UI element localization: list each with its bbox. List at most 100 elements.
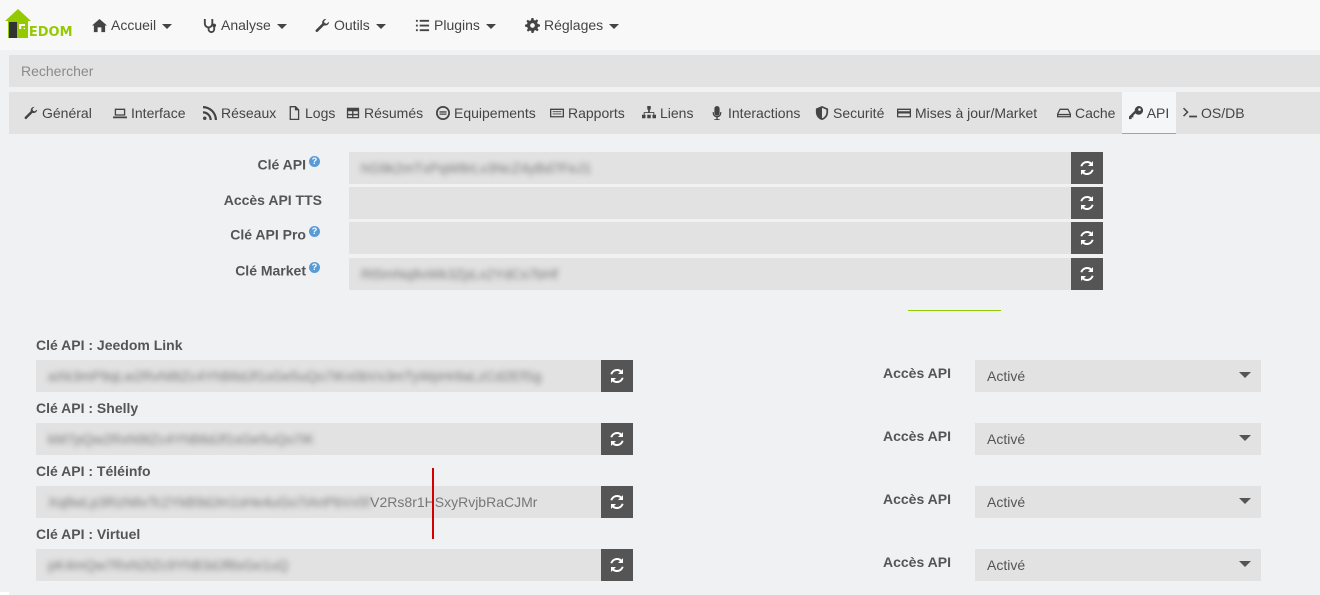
nav-plugins[interactable]: Plugins — [415, 0, 496, 50]
tab-cache[interactable]: Cache — [1057, 92, 1115, 134]
plugin-shelly-access-label: Accès API — [883, 428, 951, 444]
cle-market-refresh-button[interactable] — [1071, 258, 1103, 290]
cle-api-pro-refresh-button[interactable] — [1071, 222, 1103, 254]
chevron-down-icon — [276, 23, 287, 29]
key-icon — [1128, 105, 1143, 119]
tab-label: API — [1146, 104, 1170, 121]
tab-mises-a-jour[interactable]: Mises à jour/Market — [897, 92, 1037, 134]
plugin-virtuel-access-select[interactable]: Activé — [975, 549, 1261, 581]
tab-securite[interactable]: Securité — [815, 92, 884, 134]
plugin-virtuel-key-field[interactable]: pK4mQw7RxN2tZc9YhB3dJf8sGe1uQ — [36, 549, 601, 581]
tab-equipements[interactable]: Equipements — [436, 92, 536, 134]
shield-icon — [815, 106, 829, 120]
chevron-down-icon — [162, 23, 173, 29]
plugin-jeedom-link-key-field[interactable]: aXk3mP9qLw2RvN8tZc4YhB6dJf1sGe5uQo7iKn0b… — [36, 360, 601, 392]
tab-label: Rapports — [568, 105, 625, 121]
plugin-shelly-label: Clé API : Shelly — [36, 400, 139, 416]
question-circle-icon[interactable]: ? — [309, 156, 320, 167]
plugin-jeedom-link-access-label: Accès API — [883, 365, 951, 381]
plugin-jeedom-link-refresh-button[interactable] — [601, 360, 633, 392]
tab-os-db[interactable]: OS/DB — [1183, 92, 1245, 134]
cle-market-field[interactable]: Rt5mNq8vWk3ZpLx2YdCs7bHf — [349, 258, 1071, 290]
refresh-icon — [610, 494, 624, 510]
nav-accueil[interactable]: Accueil — [92, 0, 173, 50]
plugin-key-value: aXk3mP9qLw2RvN8tZc4YhB6dJf1sGe5uQo7iKn0b… — [48, 368, 542, 384]
plugin-teleinfo-key-field[interactable]: Xq8wLp3RzN6vTc2YkB9dJm1sHe4uGo7iAnPbVx5f… — [36, 486, 601, 518]
nav-analyse-label: Analyse — [221, 17, 271, 33]
acces-api-tts-field[interactable] — [349, 187, 1071, 219]
wrench-icon — [24, 106, 38, 120]
select-value: Activé — [987, 557, 1026, 573]
tab-label: Résumés — [364, 105, 424, 121]
refresh-icon — [1080, 230, 1094, 246]
tab-label: Mises à jour/Market — [915, 105, 1038, 121]
laptop-icon — [113, 108, 127, 119]
stethoscope-icon — [203, 18, 217, 33]
tab-label: Interactions — [728, 105, 801, 121]
search-placeholder: Rechercher — [21, 63, 94, 79]
plugin-shelly-access-select[interactable]: Activé — [975, 423, 1261, 455]
plugin-teleinfo-refresh-button[interactable] — [601, 486, 633, 518]
cle-api-label-text: Clé API — [257, 156, 307, 173]
nav-outils[interactable]: Outils — [315, 0, 386, 50]
tasks-icon — [415, 19, 430, 31]
terminal-icon — [1183, 107, 1197, 118]
cle-market-label: Clé Market? — [180, 262, 320, 279]
nav-analyse[interactable]: Analyse — [202, 0, 287, 50]
tab-interface[interactable]: Interface — [113, 92, 185, 134]
microphone-icon — [712, 106, 722, 120]
search-input[interactable]: Rechercher — [9, 55, 1320, 87]
select-value: Activé — [987, 494, 1026, 510]
rss-icon — [203, 106, 217, 120]
question-circle-icon[interactable]: ? — [309, 226, 320, 237]
refresh-icon — [610, 368, 624, 384]
cle-api-refresh-button[interactable] — [1071, 152, 1103, 184]
nav-accueil-label: Accueil — [111, 17, 157, 33]
question-circle-icon[interactable]: ? — [309, 262, 320, 273]
top-navbar: EEDOM Accueil Analyse Outils Plugins Rég… — [0, 0, 1320, 50]
table-icon — [346, 107, 360, 119]
tab-rapports[interactable]: Rapports — [550, 92, 625, 134]
refresh-icon — [1080, 266, 1094, 282]
tab-label: Equipements — [454, 105, 536, 121]
tab-api[interactable]: API — [1122, 92, 1176, 134]
tab-reseaux[interactable]: Réseaux — [203, 92, 276, 134]
report-icon — [550, 108, 564, 118]
cle-api-field[interactable]: hG9k2mTxPqW8rLv3NcZ4yBd7FeJ1 — [349, 152, 1071, 184]
acces-api-tts-label-text: Accès API TTS — [223, 192, 322, 208]
annotation-marker — [432, 468, 434, 539]
cle-api-value: hG9k2mTxPqW8rLv3NcZ4yBd7FeJ1 — [361, 160, 592, 176]
cog-icon — [525, 17, 540, 33]
jeedom-logo[interactable]: EEDOM — [2, 6, 74, 44]
tab-general[interactable]: Général — [24, 92, 92, 134]
caret-down-icon — [1239, 435, 1251, 441]
caret-down-icon — [1239, 561, 1251, 567]
plugin-teleinfo-access-select[interactable]: Activé — [975, 486, 1261, 518]
refresh-icon — [1080, 195, 1094, 211]
sitemap-icon — [642, 106, 656, 119]
acces-api-tts-label: Accès API TTS — [180, 192, 322, 208]
plugin-key-value: kM7pQw2RxN9tZc4YhB6dJf1sGe5uQo7iK — [48, 431, 315, 447]
nav-reglages[interactable]: Réglages — [525, 0, 620, 50]
cle-api-pro-field[interactable] — [349, 222, 1071, 254]
plugin-teleinfo-label: Clé API : Téléinfo — [36, 463, 151, 479]
select-value: Activé — [987, 368, 1026, 384]
plugin-shelly-refresh-button[interactable] — [601, 423, 633, 455]
tab-logs[interactable]: Logs — [287, 92, 335, 134]
plugin-virtuel-refresh-button[interactable] — [601, 549, 633, 581]
refresh-icon — [610, 431, 624, 447]
tab-label: Réseaux — [221, 105, 277, 121]
cle-market-value: Rt5mNq8vWk3ZpLx2YdCs7bHf — [361, 266, 558, 282]
tab-resumes[interactable]: Résumés — [346, 92, 423, 134]
equipment-icon — [436, 106, 450, 120]
acces-api-tts-refresh-button[interactable] — [1071, 187, 1103, 219]
home-icon — [92, 18, 107, 32]
plugin-shelly-key-field[interactable]: kM7pQw2RxN9tZc4YhB6dJf1sGe5uQo7iK — [36, 423, 601, 455]
plugin-key-visible-tail: V2Rs8r1HSxyRvjbRaCJMr — [370, 494, 538, 510]
tab-label: Général — [42, 105, 92, 121]
tab-interactions[interactable]: Interactions — [710, 92, 800, 134]
plugin-jeedom-link-access-select[interactable]: Activé — [975, 360, 1261, 392]
hdd-icon — [1057, 108, 1071, 118]
plugin-virtuel-label: Clé API : Virtuel — [36, 526, 141, 542]
tab-liens[interactable]: Liens — [642, 92, 693, 134]
